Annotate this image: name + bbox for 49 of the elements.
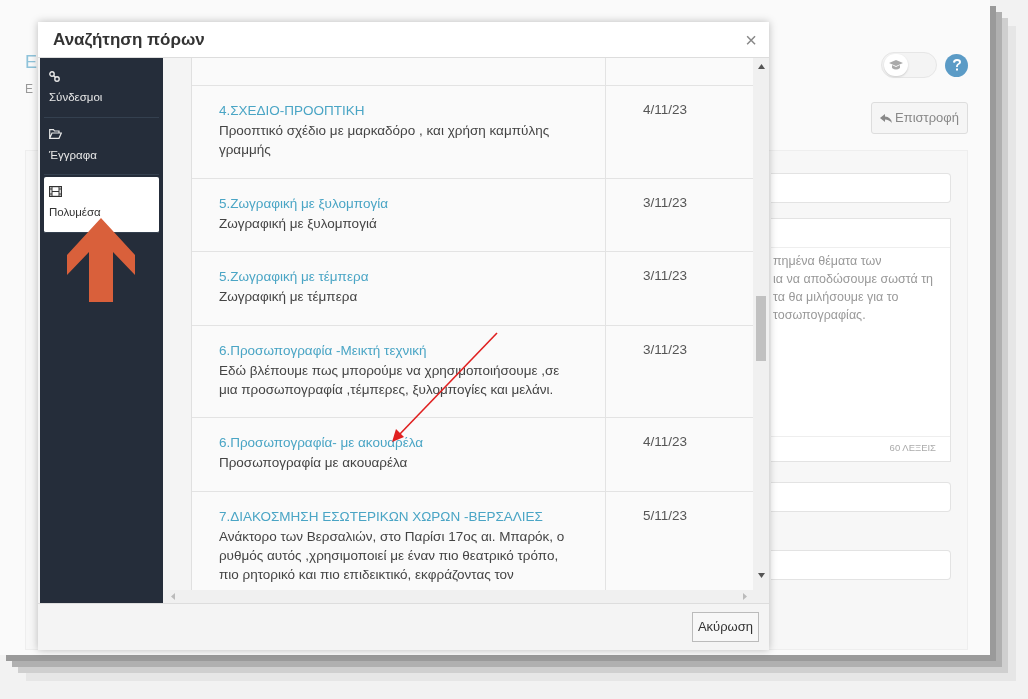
vertical-scrollbar[interactable] (753, 58, 769, 590)
folder-icon (49, 129, 62, 140)
page-subtitle: Ε (25, 81, 34, 98)
cancel-button[interactable]: Ακύρωση (691, 612, 759, 642)
description-text: τα θα μιλήσουμε για το (773, 288, 900, 306)
scrollbar-thumb[interactable] (756, 296, 766, 361)
scroll-down-icon[interactable] (757, 573, 765, 579)
description-text: πημένα θέματα των (773, 252, 883, 270)
description-text: ια να αποδώσουμε σωστά τη (773, 270, 935, 288)
resource-link[interactable]: 4.ΣΧΕΔΙΟ-ΠΡΟΟΠΤΙΚΗ (218, 101, 605, 122)
close-button[interactable]: × (745, 29, 757, 50)
input-field[interactable] (771, 172, 951, 203)
date-text: 3/11/23 (642, 268, 687, 283)
reply-arrow-icon (880, 114, 892, 124)
graduation-cap-icon (889, 60, 903, 70)
sidebar-item[interactable]: Πολυμέσα (44, 177, 159, 233)
film-icon (49, 186, 62, 198)
scroll-up-icon[interactable] (757, 64, 765, 69)
resource-link[interactable]: 7.ΔΙΑΚΟΣΜΗΣΗ ΕΣΩΤΕΡΙΚΩΝ ΧΩΡΩΝ -ΒΕΡΣΑΛΙΕΣ (218, 507, 605, 528)
scroll-right-icon[interactable] (743, 593, 747, 600)
resource-link[interactable]: 6.Προσωπογραφία -Μεικτή τεχνική (218, 341, 605, 362)
date-text: 5/11/23 (642, 508, 687, 523)
link-icon (49, 71, 60, 83)
word-count: 60 ΛΕΞΕΙΣ (889, 441, 936, 456)
resource-link[interactable]: 5.Ζωγραφική με τέμπερα (218, 267, 605, 288)
toggle-switch[interactable] (881, 52, 937, 78)
date-text: 4/11/23 (642, 434, 687, 449)
page-title: Ε (25, 52, 37, 72)
date-text: 4/11/23 (642, 102, 687, 117)
modal-title: Αναζήτηση πόρων (53, 28, 205, 51)
input-field[interactable] (771, 481, 951, 512)
text-editor[interactable]: πημένα θέματα των ια να αποδώσουμε σωστά τη τα θα μιλήσουμε για το τοσωπογραφίας. 60 ΛΕΞΕΙΣ (771, 217, 951, 462)
input-field[interactable] (771, 549, 951, 580)
resource-description: Προοπτικό σχέδιο με μαρκαδόρο , και χρήση καμπύλης γραμμής (218, 122, 551, 160)
date-text: 3/11/23 (642, 195, 687, 210)
resource-description: Ζωγραφική με ξυλομπογιά (218, 215, 378, 234)
back-button[interactable]: Επιστροφή (871, 102, 968, 134)
resource-description: Ζωγραφική με τέμπερα (218, 288, 359, 307)
sidebar-item[interactable]: Έγγραφα (44, 119, 159, 175)
resource-description: Προσωπογραφία με ακουαρέλα (218, 454, 409, 473)
date-text: 3/11/23 (642, 342, 687, 357)
resource-description: Ανάκτορο των Βερσαλιών, στο Παρίσι 17ος αι. Μπαρόκ, ο ρυθμός αυτός ,χρησιμοποιεί με έναν πιο θεατρικό τρόπο, πιο ρητορικό και πιο επιδεικτικό, εκφράζοντας τον (218, 528, 566, 585)
sidebar-item[interactable]: Σύνδεσμοι (44, 62, 159, 118)
description-text: τοσωπογραφίας. (773, 306, 867, 324)
resource-link[interactable]: 5.Ζωγραφική με ξυλομπογία (218, 194, 605, 215)
help-icon[interactable] (945, 53, 968, 77)
resource-link[interactable]: 6.Προσωπογραφία- με ακουαρέλα (218, 433, 605, 454)
scroll-left-icon[interactable] (171, 593, 175, 600)
horizontal-scrollbar[interactable] (163, 590, 769, 603)
